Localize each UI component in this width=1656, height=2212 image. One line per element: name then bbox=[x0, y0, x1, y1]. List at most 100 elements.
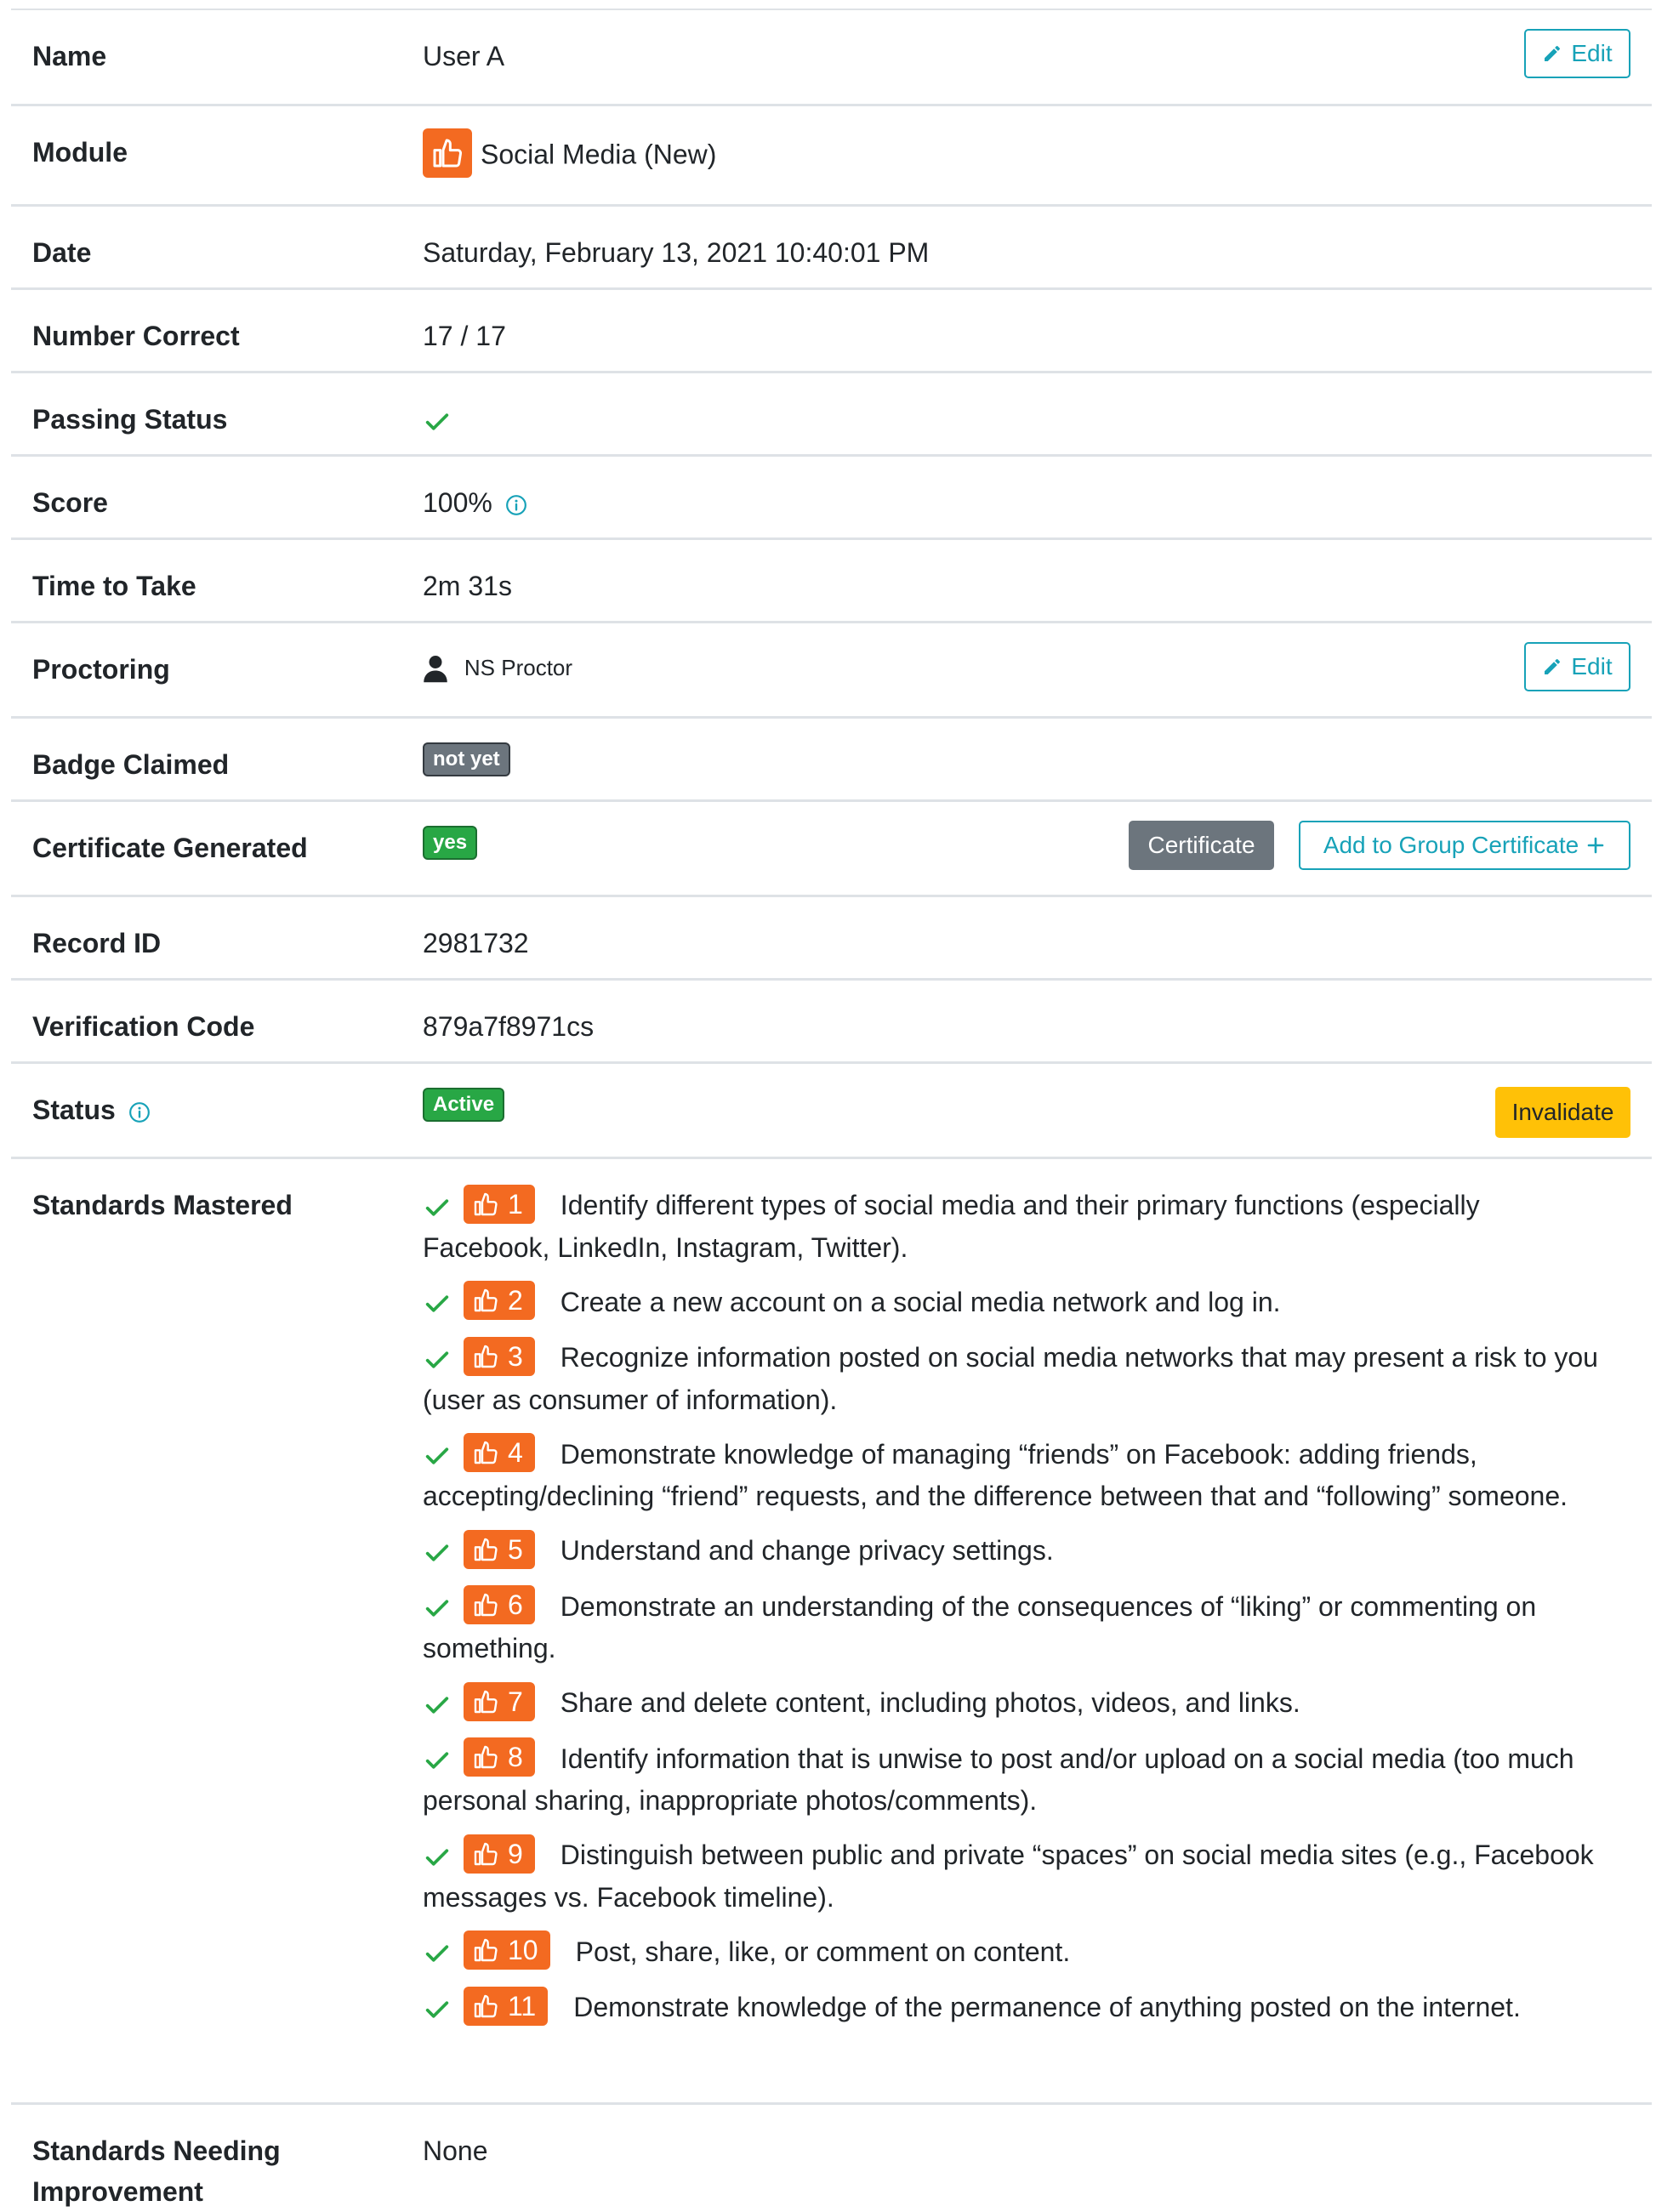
standard-badge: 1 bbox=[464, 1184, 535, 1224]
check-icon bbox=[425, 1752, 449, 1770]
row-date: Date Saturday, February 13, 2021 10:40:0… bbox=[11, 204, 1652, 287]
list-item: 8 Identify information that is unwise to … bbox=[423, 1737, 1613, 1822]
info-icon[interactable] bbox=[128, 1101, 151, 1123]
standard-badge: 11 bbox=[464, 1987, 549, 2027]
value-proctoring: NS Proctor Edit bbox=[423, 623, 1652, 716]
row-number-correct: Number Correct 17 / 17 bbox=[11, 287, 1652, 371]
label-date: Date bbox=[32, 237, 92, 268]
label-verification-code: Verification Code bbox=[32, 1011, 255, 1042]
label-record-id: Record ID bbox=[32, 928, 162, 958]
standard-number: 5 bbox=[508, 1533, 523, 1565]
label-standards-mastered: Standards Mastered bbox=[32, 1190, 293, 1220]
list-item: 11 Demonstrate knowledge of the permanenc… bbox=[423, 1987, 1613, 2029]
thumbs-up-icon bbox=[474, 1288, 498, 1312]
list-item: 10 Post, share, like, or comment on conte… bbox=[423, 1931, 1613, 1974]
standard-text: Demonstrate knowledge of the permanence … bbox=[573, 1992, 1521, 2023]
check-icon bbox=[425, 1447, 449, 1464]
check-icon bbox=[425, 1697, 449, 1714]
list-item: 9 Distinguish between public and private … bbox=[423, 1834, 1613, 1918]
thumbs-up-icon bbox=[474, 1690, 498, 1714]
value-certificate-generated: yes Certificate Add to Group Certificate bbox=[423, 802, 1652, 895]
add-to-group-label: Add to Group Certificate bbox=[1323, 832, 1579, 858]
row-badge-claimed: Badge Claimed not yet bbox=[11, 716, 1652, 799]
standard-number: 10 bbox=[508, 1935, 538, 1966]
list-item: 4 Demonstrate knowledge of managing “frie… bbox=[423, 1433, 1613, 1517]
standard-badge: 3 bbox=[464, 1336, 535, 1376]
proctor-name: NS Proctor bbox=[464, 655, 573, 680]
row-proctoring: Proctoring NS Proctor Edit bbox=[11, 621, 1652, 716]
label-proctoring: Proctoring bbox=[32, 654, 170, 685]
invalidate-button[interactable]: Invalidate bbox=[1495, 1087, 1630, 1138]
value-module: Social Media (New) bbox=[423, 106, 1652, 204]
standard-number: 6 bbox=[508, 1589, 523, 1621]
info-icon[interactable] bbox=[505, 494, 527, 516]
value-name: User A Edit bbox=[423, 10, 1652, 104]
thumbs-up-icon bbox=[474, 1842, 498, 1866]
label-status: Status bbox=[11, 1064, 423, 1157]
value-standards-needing-improvement: None bbox=[423, 2135, 488, 2166]
thumbs-up-icon bbox=[474, 1345, 498, 1368]
label-passing-status: Passing Status bbox=[32, 404, 228, 435]
standard-text: Demonstrate an understanding of the cons… bbox=[423, 1590, 1537, 1664]
standard-number: 3 bbox=[508, 1340, 523, 1372]
thumbs-up-icon bbox=[474, 1994, 498, 2018]
thumbs-up-icon bbox=[474, 1538, 498, 1561]
standard-badge: 9 bbox=[464, 1834, 535, 1874]
thumbs-up-icon bbox=[474, 1441, 498, 1464]
row-certificate-generated: Certificate Generated yes Certificate Ad… bbox=[11, 799, 1652, 895]
standard-number: 2 bbox=[508, 1285, 523, 1316]
standard-badge: 2 bbox=[464, 1281, 535, 1321]
label-time-to-take: Time to Take bbox=[32, 571, 196, 601]
certificate-status-pill: yes bbox=[423, 826, 478, 860]
thumbs-up-icon bbox=[474, 1746, 498, 1769]
status-badge: Active bbox=[423, 1088, 505, 1122]
label-score: Score bbox=[32, 487, 108, 518]
value-score: 100% bbox=[423, 457, 1652, 537]
label-name: Name bbox=[32, 41, 107, 71]
user-icon bbox=[424, 655, 447, 682]
standard-badge: 5 bbox=[464, 1529, 535, 1569]
edit-proctoring-button[interactable]: Edit bbox=[1524, 642, 1630, 691]
row-passing-status: Passing Status bbox=[11, 371, 1652, 454]
standard-number: 9 bbox=[508, 1838, 523, 1869]
list-item: 7 Share and delete content, including pho… bbox=[423, 1681, 1613, 1725]
standard-text: Share and delete content, including phot… bbox=[560, 1687, 1300, 1719]
row-standards-mastered: Standards Mastered 1 Identify different t… bbox=[11, 1157, 1652, 2102]
user-name: User A bbox=[423, 41, 505, 71]
label-certificate-generated: Certificate Generated bbox=[32, 833, 308, 863]
standard-number: 7 bbox=[508, 1686, 523, 1717]
label-badge-claimed: Badge Claimed bbox=[32, 749, 230, 780]
row-name: Name User A Edit bbox=[11, 9, 1652, 104]
check-icon bbox=[425, 1351, 449, 1368]
value-record-id: 2981732 bbox=[423, 928, 529, 958]
check-icon bbox=[425, 1600, 449, 1617]
certificate-button[interactable]: Certificate bbox=[1129, 821, 1274, 870]
standard-badge: 6 bbox=[464, 1585, 535, 1625]
thumbs-up-icon bbox=[474, 1192, 498, 1215]
standard-number: 8 bbox=[508, 1742, 523, 1773]
list-item: 5 Understand and change privacy settings. bbox=[423, 1529, 1613, 1572]
row-verification-code: Verification Code 879a7f8971cs bbox=[11, 978, 1652, 1061]
check-icon bbox=[425, 1198, 449, 1216]
list-item: 6 Demonstrate an understanding of the con… bbox=[423, 1585, 1613, 1669]
edit-name-button[interactable]: Edit bbox=[1524, 29, 1630, 78]
row-module: Module Social Media (New) bbox=[11, 104, 1652, 204]
standard-badge: 7 bbox=[464, 1681, 535, 1721]
list-item: 3 Recognize information posted on social … bbox=[423, 1336, 1613, 1420]
check-icon bbox=[425, 412, 449, 430]
row-status: Status Active Invalidate bbox=[11, 1061, 1652, 1157]
standard-number: 1 bbox=[508, 1188, 523, 1220]
add-to-group-certificate-button[interactable]: Add to Group Certificate bbox=[1299, 821, 1630, 870]
standard-text: Recognize information posted on social m… bbox=[423, 1342, 1598, 1415]
row-record-id: Record ID 2981732 bbox=[11, 895, 1652, 978]
standard-text: Understand and change privacy settings. bbox=[560, 1535, 1054, 1567]
standard-badge: 10 bbox=[464, 1931, 550, 1970]
thumbs-up-icon bbox=[423, 128, 472, 178]
thumbs-up-icon bbox=[474, 1939, 498, 1962]
value-verification-code: 879a7f8971cs bbox=[423, 1011, 595, 1042]
value-passing-status bbox=[423, 373, 1652, 454]
row-score: Score 100% bbox=[11, 454, 1652, 537]
edit-label: Edit bbox=[1571, 40, 1613, 66]
value-badge-claimed: not yet bbox=[423, 719, 1652, 799]
check-icon bbox=[425, 1945, 449, 1963]
